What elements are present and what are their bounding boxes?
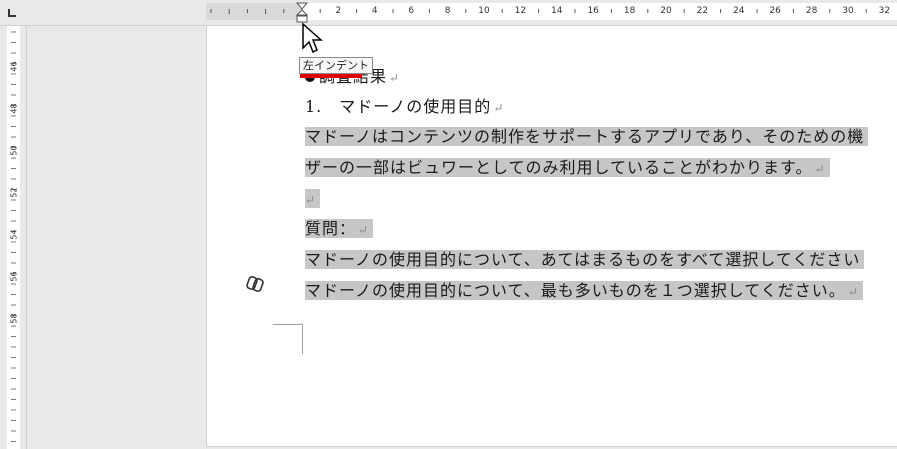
- indent-tooltip: 左インデント: [299, 57, 373, 74]
- paragraph-mark-icon: ↵: [493, 101, 505, 115]
- vertical-ruler-label: 46: [9, 61, 19, 72]
- ruler-label: 8: [444, 6, 451, 16]
- ruler-label: 24: [733, 6, 745, 16]
- ruler-label: 32: [878, 6, 891, 16]
- ruler-label: 28: [805, 6, 818, 16]
- tab-selector-icon[interactable]: [8, 9, 16, 17]
- vertical-ruler-label: 58: [9, 313, 19, 324]
- text-boundary-corner: [273, 324, 303, 354]
- paragraph-mark-icon: ↵: [814, 162, 826, 176]
- paragraph-line-2[interactable]: ザーの一部はビュワーとしてのみ利用していることがわかります。 ↵: [305, 155, 830, 182]
- paragraph-mark-icon: ↵: [389, 71, 401, 85]
- paragraph-mark-icon: ↵: [358, 223, 370, 237]
- ruler-label: 30: [842, 6, 854, 16]
- vertical-ruler[interactable]: 46 48 50 52 54 56 58: [7, 26, 20, 449]
- mouse-pointer-icon: [302, 22, 323, 54]
- selected-text: マドーノの使用目的について、最も多いものを１つ選択してください。 ↵: [305, 281, 863, 300]
- horizontal-ruler[interactable]: 2 4 6 8 10 12 14 16 18 20 22 24 26 28 30 32: [206, 3, 897, 20]
- ruler-label: 16: [587, 6, 599, 16]
- paragraph-mark-icon: ↵: [305, 193, 317, 207]
- question-line-2[interactable]: マドーノの使用目的について、最も多いものを１つ選択してください。 ↵: [305, 278, 863, 305]
- section-heading-line[interactable]: 1. マドーノの使用目的 ↵: [305, 94, 504, 121]
- document-page[interactable]: 調査結果↵ 1. マドーノの使用目的↵ マドーノはコンテンツの制作をサポートする…: [206, 26, 897, 447]
- vertical-ruler-label: 50: [9, 145, 19, 156]
- selected-text: マドーノはコンテンツの制作をサポートするアプリであり、そのための機: [305, 127, 869, 146]
- left-indent-marker-icon[interactable]: [296, 2, 308, 24]
- selected-text: 質問： ↵: [305, 219, 374, 238]
- vertical-ruler-label: 56: [9, 271, 19, 282]
- ruler-label: 2: [335, 6, 342, 16]
- vertical-ruler-label: 52: [9, 187, 19, 198]
- ruler-label: 14: [551, 6, 563, 16]
- ruler-label: 18: [623, 6, 636, 16]
- selected-text: ザーの一部はビュワーとしてのみ利用していることがわかります。 ↵: [305, 158, 830, 177]
- ruler-label: 6: [408, 6, 415, 16]
- section-heading-text: 1. マドーノの使用目的: [305, 97, 492, 116]
- vertical-ruler-label: 48: [9, 103, 19, 114]
- ruler-label: 10: [478, 6, 490, 16]
- vertical-ruler-bar: 46 48 50 52 54 56 58: [0, 26, 27, 449]
- ruler-label: 26: [769, 6, 781, 16]
- vertical-ruler-label: 54: [9, 229, 19, 240]
- question-line-1[interactable]: マドーノの使用目的について、あてはまるものをすべて選択してください: [305, 247, 865, 273]
- paragraph-mark-icon: ↵: [847, 285, 859, 299]
- horizontal-ruler-bar: 2 4 6 8 10 12 14 16 18 20 22 24 26 28 30 32: [0, 0, 897, 26]
- ruler-label: 22: [696, 6, 709, 16]
- indent-position-indicator: [300, 74, 362, 78]
- paragraph-line-1[interactable]: マドーノはコンテンツの制作をサポートするアプリであり、そのための機: [305, 124, 869, 150]
- selected-text: マドーノの使用目的について、あてはまるものをすべて選択してください: [305, 250, 865, 269]
- ruler-label: 4: [371, 6, 378, 16]
- ruler-label: 20: [660, 6, 672, 16]
- copilot-icon[interactable]: [246, 275, 264, 293]
- question-label-line[interactable]: 質問： ↵: [305, 216, 374, 243]
- selected-text: ↵: [305, 189, 321, 208]
- empty-paragraph-line[interactable]: ↵: [305, 186, 321, 213]
- ruler-label: 12: [514, 6, 527, 16]
